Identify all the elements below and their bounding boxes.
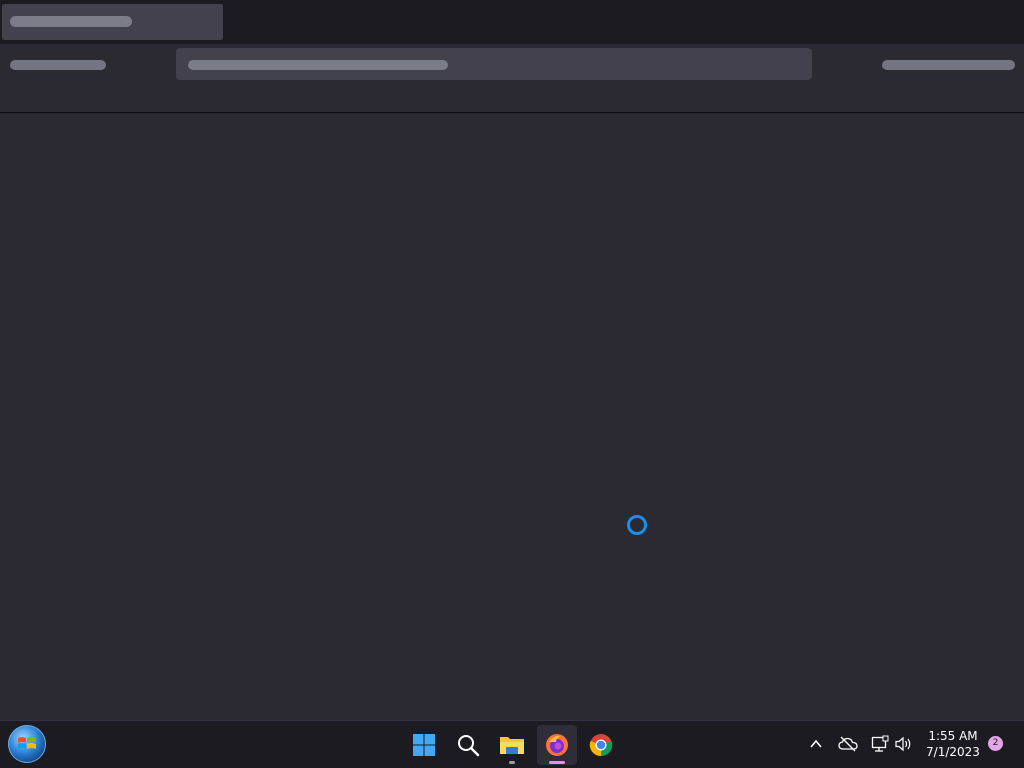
nav-buttons-placeholder: [10, 60, 106, 70]
browser-navbar: [0, 44, 1024, 113]
chevron-up-icon: [810, 739, 822, 748]
firefox-icon: [546, 734, 568, 756]
folder-icon: [500, 737, 524, 754]
show-hidden-icons-button[interactable]: [805, 733, 827, 755]
windows-start-icon: [413, 734, 435, 756]
page-content: [0, 113, 1024, 720]
network-icon: [871, 735, 889, 752]
clock-time: 1:55 AM: [928, 729, 978, 743]
volume-tray-button[interactable]: [893, 733, 915, 755]
clock-date: 7/1/2023: [926, 745, 980, 759]
volume-icon: [895, 736, 911, 752]
url-text-placeholder: [188, 60, 448, 70]
chrome-button[interactable]: [581, 725, 621, 765]
focused-indicator: [549, 761, 565, 764]
busy-cursor-icon: [627, 515, 647, 535]
notification-count-badge[interactable]: 2: [988, 736, 1003, 751]
windows-start-button[interactable]: [404, 725, 444, 765]
windows-flag-icon: [18, 737, 36, 749]
chrome-icon: [589, 734, 613, 757]
search-icon: [458, 735, 480, 757]
cloud-offline-icon: [838, 736, 858, 752]
tab-title-placeholder: [10, 16, 132, 27]
taskbar: 1:55 AM 7/1/2023: [0, 720, 1024, 768]
network-tray-button[interactable]: [869, 733, 891, 755]
browser-tabstrip: [0, 0, 1024, 44]
taskbar-clock[interactable]: 1:55 AM 7/1/2023: [920, 728, 986, 760]
urlbar-placeholder[interactable]: [176, 48, 812, 80]
running-indicator: [509, 761, 515, 764]
start-orb-button[interactable]: [8, 725, 46, 763]
search-button[interactable]: [448, 725, 488, 765]
desktop-screen: 1:55 AM 7/1/2023 2: [0, 0, 1024, 768]
tab-skeleton[interactable]: [2, 4, 223, 40]
toolbar-buttons-placeholder: [882, 60, 1015, 70]
firefox-button[interactable]: [537, 725, 577, 765]
onedrive-tray-button[interactable]: [837, 733, 859, 755]
file-explorer-button[interactable]: [492, 725, 532, 765]
